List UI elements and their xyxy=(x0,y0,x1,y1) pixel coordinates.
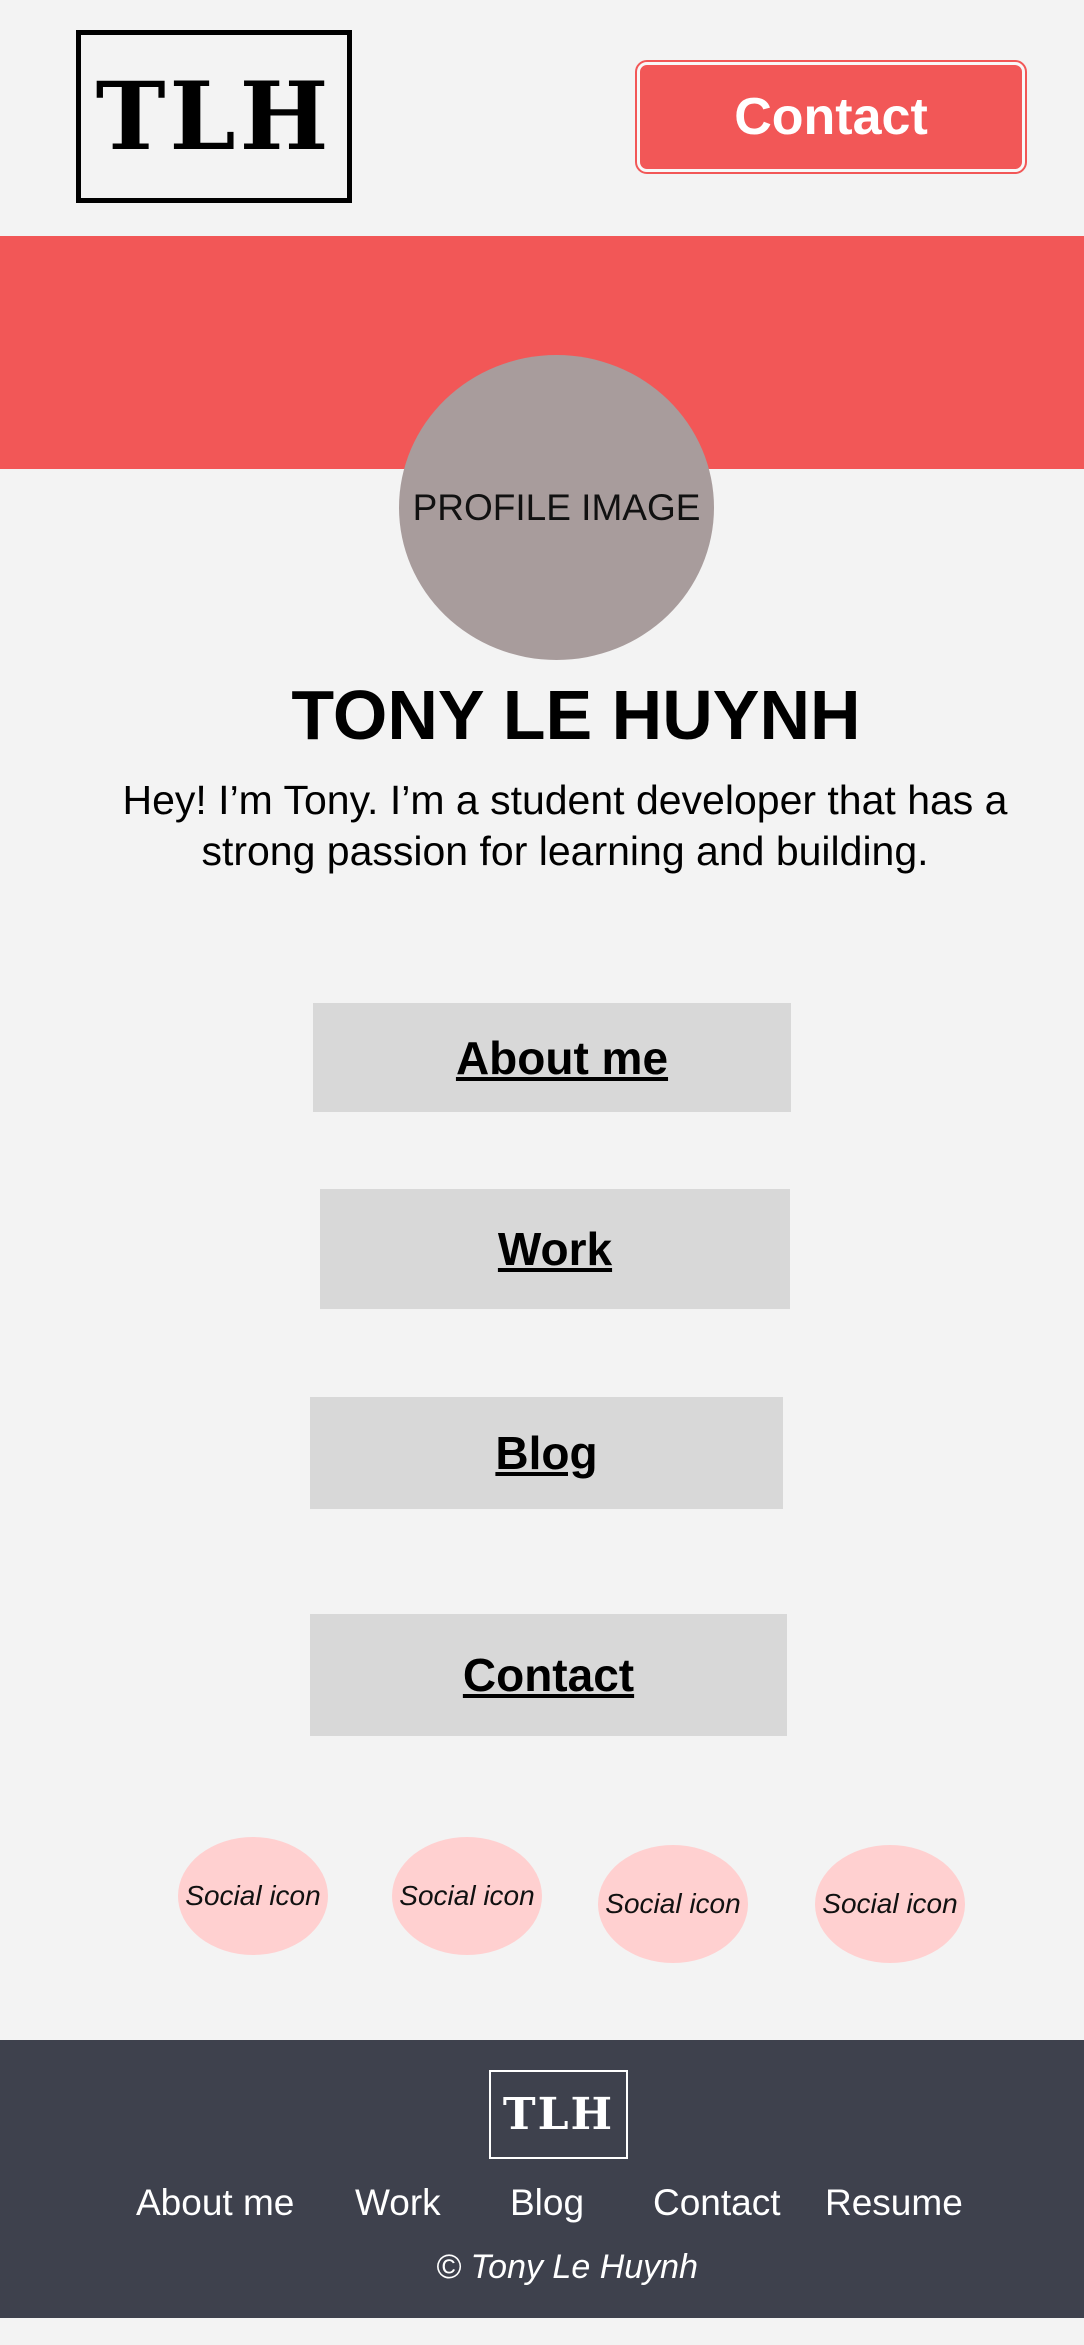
footer-logo[interactable]: TLH xyxy=(489,2070,628,2159)
blog-button[interactable]: Blog xyxy=(310,1397,783,1509)
social-icon[interactable]: Social icon xyxy=(815,1845,965,1963)
logo[interactable]: TLH xyxy=(76,30,352,203)
footer-link-contact[interactable]: Contact xyxy=(653,2179,781,2227)
footer-link-about-me[interactable]: About me xyxy=(136,2179,294,2227)
tagline: Hey! I’m Tony. I’m a student developer t… xyxy=(100,775,1030,877)
work-button[interactable]: Work xyxy=(320,1189,790,1309)
contact-nav-button[interactable]: Contact xyxy=(310,1614,787,1736)
footer-link-work[interactable]: Work xyxy=(355,2179,441,2227)
social-icon[interactable]: Social icon xyxy=(598,1845,748,1963)
social-icon[interactable]: Social icon xyxy=(392,1837,542,1955)
about-me-button[interactable]: About me xyxy=(313,1003,791,1112)
footer-logo-text: TLH xyxy=(502,2089,615,2140)
footer-link-blog[interactable]: Blog xyxy=(510,2179,584,2227)
contact-button[interactable]: Contact xyxy=(635,60,1027,174)
logo-text: TLH xyxy=(95,61,333,172)
page-title: TONY LE HUYNH xyxy=(291,676,861,754)
tagline-line-1: Hey! I’m Tony. I’m a student developer t… xyxy=(122,777,1008,823)
footer-link-resume[interactable]: Resume xyxy=(825,2179,963,2227)
profile-image-label: PROFILE IMAGE xyxy=(412,486,701,528)
social-icon[interactable]: Social icon xyxy=(178,1837,328,1955)
tagline-line-2: strong passion for learning and building… xyxy=(201,828,929,874)
profile-image: PROFILE IMAGE xyxy=(399,355,714,660)
copyright: © Tony Le Huynh xyxy=(436,2248,698,2286)
